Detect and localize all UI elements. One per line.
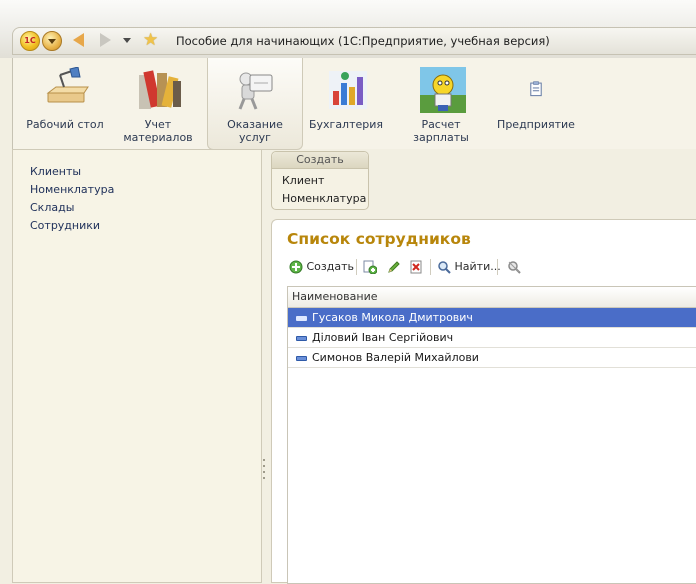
section-label: Учет материалов bbox=[123, 118, 193, 144]
section-materials[interactable]: Учет материалов bbox=[115, 58, 201, 149]
sections-panel: Рабочий стол Учет материалов Оказание ус… bbox=[12, 58, 696, 150]
forward-arrow-icon[interactable] bbox=[100, 33, 111, 47]
form-title: Список сотрудников bbox=[287, 230, 471, 248]
vertical-splitter[interactable] bbox=[262, 455, 266, 485]
section-label: Оказание услуг bbox=[227, 118, 283, 144]
create-item-client[interactable]: Клиент bbox=[282, 174, 324, 187]
navigation-panel: Клиенты Номенклатура Склады Сотрудники bbox=[12, 149, 262, 583]
nav-item-warehouses[interactable]: Склады bbox=[30, 201, 74, 214]
section-payroll[interactable]: Расчет зарплаты bbox=[398, 58, 484, 149]
catalog-item-icon bbox=[296, 316, 307, 321]
form-toolbar: Создать Найти... bbox=[287, 256, 687, 278]
employees-table[interactable]: Наименование Гусаков Микола Дмитрович Ді… bbox=[287, 286, 696, 584]
nav-item-employees[interactable]: Сотрудники bbox=[30, 219, 100, 232]
services-icon bbox=[238, 72, 273, 110]
employees-form: Список сотрудников Создать Найти... Наим… bbox=[271, 219, 696, 584]
find-button[interactable]: Найти... bbox=[437, 258, 501, 276]
delete-button[interactable] bbox=[409, 258, 423, 276]
materials-icon bbox=[139, 70, 181, 109]
desk-lamp-icon bbox=[46, 67, 89, 103]
back-arrow-icon[interactable] bbox=[73, 33, 84, 47]
accounting-icon bbox=[329, 71, 367, 109]
nav-item-clients[interactable]: Клиенты bbox=[30, 165, 81, 178]
cancel-search-button[interactable] bbox=[507, 258, 521, 276]
table-row[interactable]: Гусаков Микола Дмитрович bbox=[288, 308, 696, 328]
section-services[interactable]: Оказание услуг bbox=[207, 58, 303, 150]
row-name: Симонов Валерій Михайлови bbox=[312, 351, 479, 364]
section-label: Рабочий стол bbox=[26, 118, 104, 131]
table-row[interactable]: Діловий Іван Сергійович bbox=[288, 328, 696, 348]
enterprise-icon bbox=[530, 81, 542, 97]
column-header-name[interactable]: Наименование bbox=[288, 287, 696, 308]
copy-icon bbox=[363, 260, 378, 275]
row-name: Гусаков Микола Дмитрович bbox=[312, 311, 473, 324]
payroll-icon bbox=[420, 67, 466, 113]
row-name: Діловий Іван Сергійович bbox=[312, 331, 454, 344]
search-icon bbox=[437, 260, 451, 274]
catalog-item-icon bbox=[296, 356, 307, 361]
edit-button[interactable] bbox=[387, 258, 401, 276]
pencil-icon bbox=[387, 260, 401, 274]
history-dropdown-icon[interactable] bbox=[123, 38, 131, 43]
create-item-nomenclature[interactable]: Номенклатура bbox=[282, 192, 366, 205]
copy-button[interactable] bbox=[363, 258, 378, 276]
create-panel: Создать Клиент Номенклатура bbox=[271, 151, 369, 210]
cancel-search-icon bbox=[507, 260, 521, 274]
section-label: Бухгалтерия bbox=[308, 118, 384, 131]
create-button[interactable]: Создать bbox=[289, 258, 354, 276]
1c-logo-icon[interactable]: 1С bbox=[20, 31, 40, 51]
main-menu-button[interactable] bbox=[42, 31, 62, 51]
create-panel-header: Создать bbox=[272, 152, 368, 169]
table-row[interactable]: Симонов Валерій Михайлови bbox=[288, 348, 696, 368]
favorites-star-icon[interactable]: ★ bbox=[143, 30, 158, 50]
section-enterprise[interactable]: Предприятие bbox=[493, 58, 579, 149]
catalog-item-icon bbox=[296, 336, 307, 341]
window-title: Пособие для начинающих (1С:Предприятие, … bbox=[176, 34, 550, 48]
nav-item-nomenclature[interactable]: Номенклатура bbox=[30, 183, 114, 196]
delete-icon bbox=[409, 260, 423, 274]
section-label: Предприятие bbox=[497, 118, 575, 131]
title-bar: 1С ★ Пособие для начинающих (1С:Предприя… bbox=[0, 0, 696, 58]
find-button-label: Найти... bbox=[454, 260, 501, 273]
section-label: Расчет зарплаты bbox=[413, 118, 469, 144]
section-desktop[interactable]: Рабочий стол bbox=[22, 58, 108, 149]
create-button-label: Создать bbox=[306, 260, 355, 273]
section-accounting[interactable]: Бухгалтерия bbox=[303, 58, 389, 149]
add-icon bbox=[289, 260, 303, 274]
